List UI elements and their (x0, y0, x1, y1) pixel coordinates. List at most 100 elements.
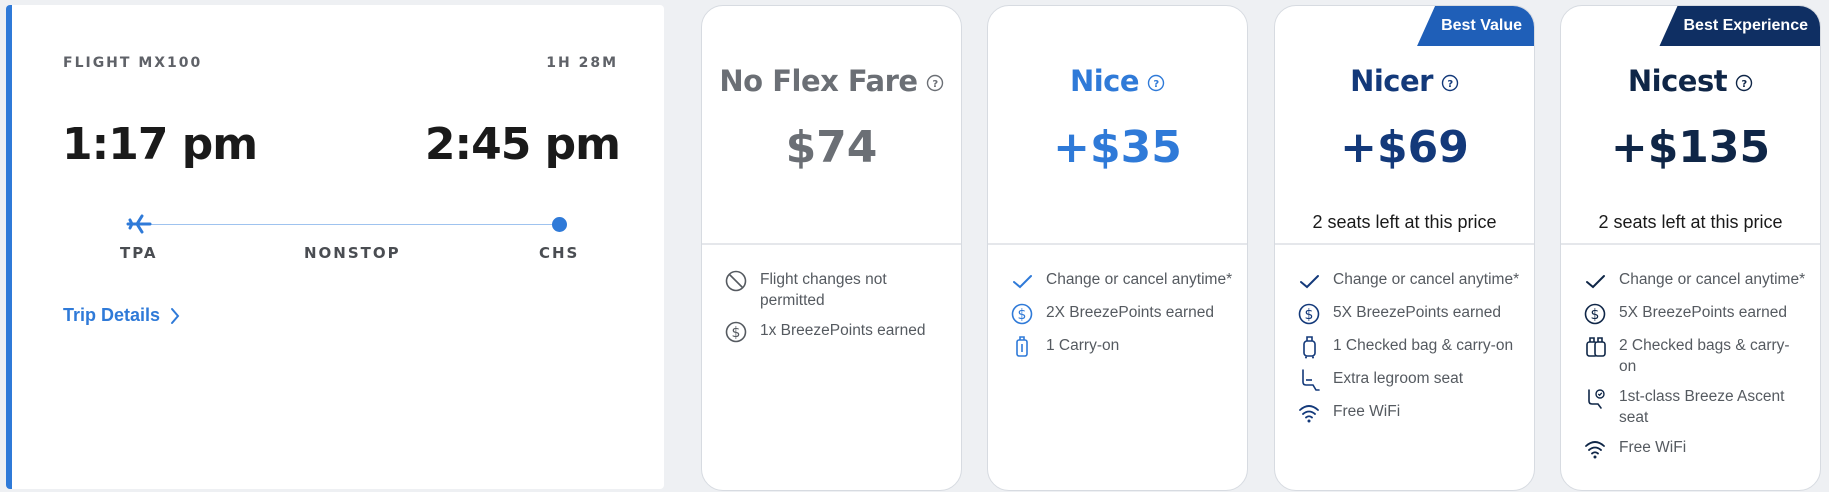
feature-text: 2X BreezePoints earned (1046, 304, 1215, 321)
feature-item: Change or cancel anytime* (1297, 269, 1520, 293)
seats-left-notice: 2 seats left at this price (1598, 212, 1783, 232)
fare-price: +$35 (1053, 122, 1182, 173)
fare-card-nicest[interactable]: Best Experience Nicest ? +$135 2 seats l… (1560, 5, 1821, 491)
fare-name: Nicest (1627, 64, 1728, 98)
feature-text: 1st-class Breeze Ascent seat (1619, 388, 1785, 426)
fare-price: +$69 (1340, 122, 1469, 173)
svg-text:?: ? (1447, 79, 1453, 90)
feature-text: Change or cancel anytime* (1619, 271, 1806, 288)
feature-text: Extra legroom seat (1333, 370, 1464, 387)
premium-seat-icon (1588, 389, 1605, 409)
feature-item: Change or cancel anytime* (1583, 269, 1806, 293)
svg-text:?: ? (932, 79, 938, 90)
seats-left-notice: 2 seats left at this price (1312, 212, 1497, 232)
feature-item: 1 Checked bag & carry-on (1297, 335, 1520, 359)
trip-details-link[interactable]: Trip Details (63, 305, 180, 326)
wifi-icon (1299, 405, 1319, 423)
fare-name: Nicer (1350, 64, 1433, 98)
checked-bag-icon (1303, 336, 1316, 359)
svg-text:$: $ (1305, 307, 1314, 323)
flight-summary-card: FLIGHT MX100 1H 28M 1:17 pm 2:45 pm TPA … (6, 5, 664, 489)
svg-text:$: $ (1591, 307, 1600, 323)
flight-header: FLIGHT MX100 1H 28M (63, 55, 618, 71)
help-icon[interactable]: ? (1147, 74, 1165, 92)
svg-text:$: $ (1018, 307, 1027, 323)
svg-text:$: $ (732, 325, 741, 341)
fare-card-nice[interactable]: Nice ? +$35 Change or cancel anytime* $ … (987, 5, 1248, 491)
feature-item: Change or cancel anytime* (1010, 269, 1233, 293)
dollar-icon: $ (725, 321, 747, 343)
feature-list: Flight changes not permitted $ 1x Breeze… (724, 269, 947, 353)
flight-duration: 1H 28M (546, 55, 618, 71)
feature-item: $ 5X BreezePoints earned (1583, 302, 1806, 326)
feature-text: 2 Checked bags & carry-on (1619, 337, 1790, 375)
fare-card-nicer[interactable]: Best Value Nicer ? +$69 2 seats left at … (1274, 5, 1535, 491)
wifi-icon (1585, 441, 1605, 459)
chevron-right-icon (171, 307, 180, 324)
feature-item: 1st-class Breeze Ascent seat (1583, 386, 1806, 428)
feature-item: Free WiFi (1297, 401, 1520, 425)
feature-item: 1 Carry-on (1010, 335, 1233, 359)
stops-label: NONSTOP (304, 244, 401, 262)
dollar-icon: $ (1298, 303, 1320, 325)
carry-on-icon (1016, 336, 1028, 357)
fare-header: Nicest ? +$135 2 seats left at this pric… (1561, 6, 1820, 243)
checked-bags-icon (1586, 337, 1606, 357)
feature-item: 2 Checked bags & carry-on (1583, 335, 1806, 377)
fare-header: Nice ? +$35 (988, 6, 1247, 243)
help-icon[interactable]: ? (926, 74, 944, 92)
feature-item: Flight changes not permitted (724, 269, 947, 311)
fare-header: No Flex Fare ? $74 (702, 6, 961, 243)
feature-list: Change or cancel anytime* $ 2X BreezePoi… (1010, 269, 1233, 368)
fare-name: No Flex Fare (719, 64, 918, 98)
feature-list: Change or cancel anytime* $ 5X BreezePoi… (1583, 269, 1806, 470)
fare-card-no-flex[interactable]: No Flex Fare ? $74 Flight changes not pe… (701, 5, 962, 491)
route-line (132, 224, 560, 225)
feature-text: 1 Carry-on (1046, 337, 1120, 354)
check-icon (1586, 275, 1605, 289)
help-icon[interactable]: ? (1441, 74, 1459, 92)
feature-text: Flight changes not permitted (760, 271, 887, 309)
help-icon[interactable]: ? (1735, 74, 1753, 92)
svg-text:?: ? (1153, 79, 1159, 90)
arrive-time: 2:45 pm (424, 119, 621, 170)
flight-number: FLIGHT MX100 (63, 55, 203, 71)
fare-header: Nicer ? +$69 2 seats left at this price (1275, 6, 1534, 243)
fare-price: $74 (785, 122, 878, 173)
fare-price: +$135 (1610, 122, 1771, 173)
feature-text: Free WiFi (1333, 403, 1401, 420)
feature-list: Change or cancel anytime* $ 5X BreezePoi… (1297, 269, 1520, 434)
feature-text: 5X BreezePoints earned (1619, 304, 1788, 321)
flight-times: 1:17 pm 2:45 pm (62, 119, 621, 170)
legroom-seat-icon (1302, 369, 1320, 391)
feature-text: 1 Checked bag & carry-on (1333, 337, 1514, 354)
depart-time: 1:17 pm (62, 119, 258, 170)
feature-text: 1x BreezePoints earned (760, 322, 926, 339)
fare-title: Nicest ? (1561, 64, 1820, 98)
destination-code: CHS (539, 244, 580, 262)
feature-text: Free WiFi (1619, 439, 1687, 456)
feature-item: Free WiFi (1583, 437, 1806, 461)
divider (1275, 243, 1534, 245)
divider (988, 243, 1247, 245)
fare-title: Nice ? (988, 64, 1247, 98)
no-changes-icon (725, 270, 747, 292)
check-icon (1013, 275, 1032, 289)
dollar-icon: $ (1011, 303, 1033, 325)
feature-item: $ 1x BreezePoints earned (724, 320, 947, 344)
feature-item: $ 5X BreezePoints earned (1297, 302, 1520, 326)
fare-title: No Flex Fare ? (702, 64, 961, 98)
divider (1561, 243, 1820, 245)
dollar-icon: $ (1584, 303, 1606, 325)
check-icon (1300, 275, 1319, 289)
divider (702, 243, 961, 245)
destination-dot (552, 217, 567, 232)
feature-text: Change or cancel anytime* (1333, 271, 1520, 288)
fare-name: Nice (1069, 64, 1140, 98)
origin-code: TPA (120, 244, 158, 262)
plane-icon (126, 214, 152, 234)
feature-item: $ 2X BreezePoints earned (1010, 302, 1233, 326)
feature-text: Change or cancel anytime* (1046, 271, 1233, 288)
feature-item: Extra legroom seat (1297, 368, 1520, 392)
feature-text: 5X BreezePoints earned (1333, 304, 1502, 321)
